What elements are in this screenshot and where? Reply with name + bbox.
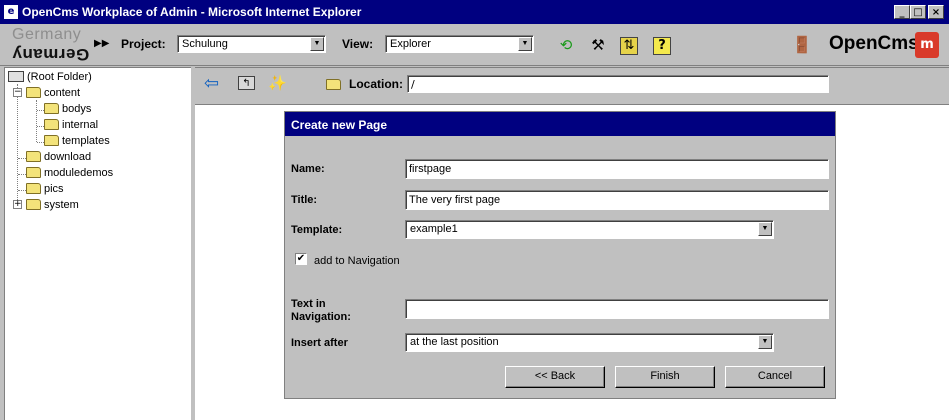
collapse-icon[interactable]: − (13, 88, 22, 97)
new-wand-icon[interactable]: ✨ (268, 74, 287, 92)
tree-line (18, 158, 26, 159)
text-in-navigation-label-line1: Text in (291, 298, 326, 310)
dialog-title: Create new Page (291, 118, 388, 132)
folder-icon (26, 151, 41, 162)
tree-item-label: pics (44, 183, 64, 195)
tree-item-label: templates (62, 135, 110, 147)
title-label: Title: (291, 194, 318, 206)
tree-item-label: moduledemos (44, 167, 114, 179)
maximize-button[interactable]: □ (910, 5, 926, 19)
back-button[interactable]: << Back (505, 366, 605, 388)
tree-item-moduledemos[interactable]: moduledemos (26, 166, 113, 180)
title-value: The very first page (409, 194, 501, 206)
name-input[interactable]: firstpage (405, 159, 829, 179)
location-value: / (411, 78, 415, 91)
location-input[interactable]: / (407, 75, 829, 93)
window-title: OpenCms Workplace of Admin - Microsoft I… (22, 5, 362, 19)
tree-line (37, 110, 44, 111)
folder-up-icon[interactable]: ↰ (238, 76, 255, 90)
chevron-down-icon[interactable]: ▼ (310, 37, 324, 51)
name-value: firstpage (409, 163, 452, 175)
minimize-button[interactable]: _ (894, 5, 910, 19)
tree-line (18, 190, 26, 191)
tree-item-bodys[interactable]: bodys (44, 102, 91, 116)
folder-icon (44, 119, 59, 130)
tree-item-label: internal (62, 119, 99, 131)
folder-icon (26, 87, 41, 98)
add-to-navigation-label: add to Navigation (314, 255, 400, 267)
tree-item-content[interactable]: content (26, 86, 80, 100)
logo-germany: Germany (12, 26, 82, 43)
project-select[interactable]: Schulung ▼ (177, 35, 326, 53)
template-select[interactable]: example1 ▼ (405, 220, 774, 239)
tree-item-label: bodys (62, 103, 92, 115)
insert-after-label: Insert after (291, 337, 348, 349)
title-input[interactable]: The very first page (405, 190, 829, 210)
sync-icon[interactable]: ⇅ (620, 37, 638, 55)
project-label: Project: (121, 37, 166, 51)
expand-icon[interactable]: + (13, 200, 22, 209)
drive-icon (8, 71, 24, 82)
chevron-down-icon[interactable]: ▼ (518, 37, 532, 51)
help-icon[interactable]: ? (653, 37, 671, 55)
logo-germany-mirrored: Germany (12, 45, 90, 64)
template-value: example1 (410, 223, 458, 235)
tree-item-pics[interactable]: pics (26, 182, 64, 196)
exit-icon[interactable]: 🚪 (792, 35, 812, 55)
opencms-logo: OpenCms (829, 33, 919, 54)
tree-item-label: content (44, 87, 81, 99)
text-in-navigation-label-line2: Navigation: (291, 311, 351, 323)
chevron-down-icon[interactable]: ▼ (758, 335, 772, 349)
folder-icon (326, 79, 341, 90)
finish-button[interactable]: Finish (615, 366, 715, 388)
publish-icon[interactable]: ⟲ (556, 35, 576, 55)
opencms-logo-mark: m (915, 32, 939, 58)
insert-after-select[interactable]: at the last position ▼ (405, 333, 774, 352)
tree-item-internal[interactable]: internal (44, 118, 98, 132)
tree-line (37, 142, 44, 143)
text-in-navigation-input[interactable] (405, 299, 829, 319)
tree-item-download[interactable]: download (26, 150, 91, 164)
cancel-button[interactable]: Cancel (725, 366, 825, 388)
tree-item-templates[interactable]: templates (44, 134, 110, 148)
ie-icon: e (4, 5, 18, 19)
tree-line (17, 84, 18, 206)
tools-icon[interactable]: ⚒ (588, 35, 608, 55)
chevron-down-icon[interactable]: ▼ (758, 222, 772, 236)
tree-item-label: download (44, 151, 92, 163)
folder-icon (26, 183, 41, 194)
add-to-navigation-checkbox[interactable]: ✔ (295, 253, 307, 265)
folder-icon (44, 135, 59, 146)
folder-icon (26, 199, 41, 210)
tree-line (36, 100, 37, 142)
close-button[interactable]: × (928, 5, 944, 19)
tree-line (37, 126, 44, 127)
folder-icon (26, 167, 41, 178)
tree-line (18, 174, 26, 175)
folder-icon (44, 103, 59, 114)
view-label: View: (342, 37, 374, 51)
template-label: Template: (291, 224, 343, 236)
window-title-bar: e OpenCms Workplace of Admin - Microsoft… (0, 0, 949, 24)
location-label: Location: (349, 77, 403, 91)
back-arrow-icon[interactable]: ⇦ (204, 75, 219, 93)
view-value: Explorer (390, 38, 431, 50)
tree-root-label: (Root Folder) (27, 71, 92, 83)
insert-after-value: at the last position (410, 336, 499, 348)
dialog-title-bar: Create new Page (285, 112, 835, 136)
tree-item-label: system (44, 199, 79, 211)
tree-item-system[interactable]: system (26, 198, 79, 212)
tree-root[interactable]: (Root Folder) (8, 70, 92, 84)
name-label: Name: (291, 163, 325, 175)
project-value: Schulung (182, 38, 228, 50)
double-arrow-icon: ▶▶ (94, 38, 110, 49)
view-select[interactable]: Explorer ▼ (385, 35, 534, 53)
